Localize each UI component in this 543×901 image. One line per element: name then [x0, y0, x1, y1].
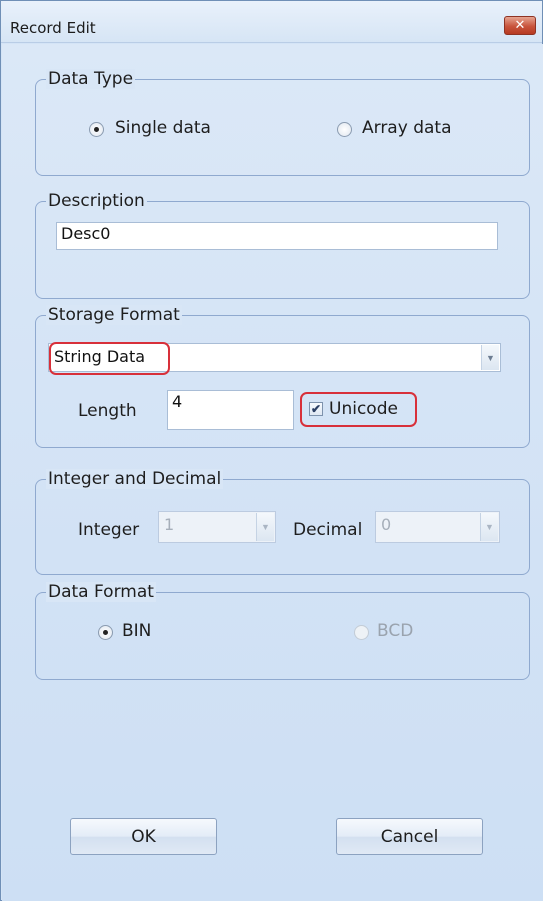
dialog-body: Data Type Single data Array data Descrip… — [2, 44, 543, 901]
data-format-group: Data Format BIN BCD — [35, 582, 530, 680]
record-edit-dialog: Record Edit ✕ Data Type Single data Arra… — [0, 0, 543, 901]
integer-label: Integer — [78, 520, 140, 540]
description-group: Description Desc0 — [35, 191, 530, 299]
data-format-legend: Data Format — [46, 582, 156, 602]
length-input[interactable]: 4 — [167, 390, 294, 430]
length-label: Length — [78, 401, 137, 421]
window-title: Record Edit — [10, 19, 96, 37]
bcd-radio — [354, 625, 369, 640]
cancel-button[interactable]: Cancel — [336, 818, 483, 855]
integer-decimal-legend: Integer and Decimal — [46, 469, 224, 489]
decimal-chevron-down-icon: ▼ — [480, 513, 498, 541]
storage-format-group: Storage Format String Data ▼ Length 4 ✔ … — [35, 305, 530, 448]
integer-dropdown-value: 1 — [164, 515, 175, 534]
title-bar: Record Edit ✕ — [1, 1, 542, 43]
bin-label[interactable]: BIN — [122, 621, 151, 641]
format-highlight — [49, 342, 170, 375]
description-input[interactable]: Desc0 — [56, 222, 498, 250]
decimal-dropdown[interactable]: 0 ▼ — [375, 511, 500, 543]
decimal-label: Decimal — [293, 520, 363, 540]
unicode-highlight — [300, 392, 417, 427]
array-data-radio[interactable] — [337, 122, 352, 137]
single-data-radio[interactable] — [89, 122, 104, 137]
integer-dropdown[interactable]: 1 ▼ — [158, 511, 276, 543]
bcd-label: BCD — [377, 621, 414, 641]
close-icon: ✕ — [514, 18, 526, 33]
single-data-label[interactable]: Single data — [115, 118, 211, 138]
data-type-legend: Data Type — [46, 69, 136, 89]
bin-radio[interactable] — [98, 625, 113, 640]
array-data-label[interactable]: Array data — [362, 118, 451, 138]
integer-decimal-group: Integer and Decimal Integer 1 ▼ Decimal … — [35, 469, 530, 575]
close-button[interactable]: ✕ — [504, 16, 536, 35]
chevron-down-icon: ▼ — [481, 345, 499, 370]
description-legend: Description — [46, 191, 147, 211]
storage-format-legend: Storage Format — [46, 305, 182, 325]
decimal-dropdown-value: 0 — [381, 515, 392, 534]
data-type-group: Data Type Single data Array data — [35, 69, 530, 176]
integer-chevron-down-icon: ▼ — [256, 513, 274, 541]
ok-button[interactable]: OK — [70, 818, 217, 855]
